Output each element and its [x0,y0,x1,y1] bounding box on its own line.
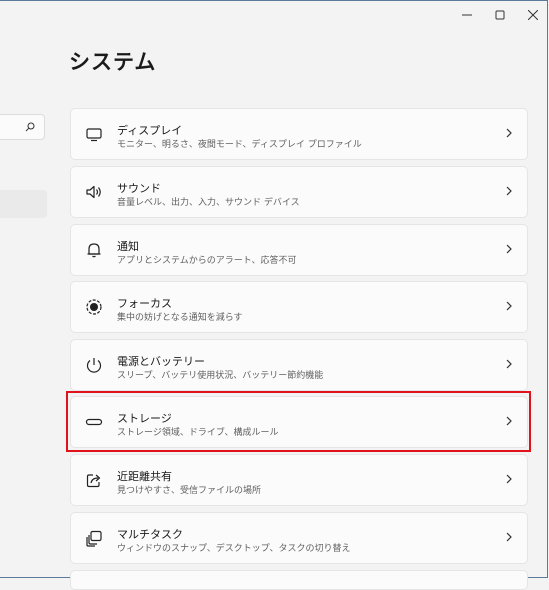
settings-item-subtitle: 見つけやすさ、受信ファイルの場所 [117,486,262,496]
settings-item-focus[interactable]: フォーカス 集中の妨げとなる通知を減らす [70,281,528,333]
settings-item-title: サウンド [117,182,161,195]
settings-item-subtitle: 集中の妨げとなる通知を減らす [117,313,243,323]
monitor-icon [86,128,102,142]
chevron-right-icon [506,186,512,196]
chevron-right-icon [506,416,512,426]
storage-icon [85,418,103,426]
minimize-button[interactable] [450,0,483,30]
search-icon [25,122,35,132]
settings-item-storage[interactable]: ストレージ ストレージ領域、ドライブ、構成ルール [70,396,528,448]
settings-item-subtitle: スリープ、バッテリ使用状況、バッテリー節約機能 [117,371,324,381]
settings-item-subtitle: ウィンドウのスナップ、デスクトップ、タスクの切り替え [117,544,351,554]
chevron-right-icon [506,474,512,484]
settings-item-title: ストレージ [117,412,172,425]
settings-item-nearby-sharing[interactable]: 近距離共有 見つけやすさ、受信ファイルの場所 [70,454,528,506]
page-title: システム [69,50,157,74]
settings-item-title: 近距離共有 [117,470,172,483]
maximize-icon [495,10,504,20]
settings-item-power[interactable]: 電源とバッテリー スリープ、バッテリ使用状況、バッテリー節約機能 [70,339,528,391]
bell-icon [87,243,101,258]
close-icon [527,10,538,20]
multitask-icon [86,530,102,547]
speaker-icon [86,185,101,199]
focus-icon [86,299,102,315]
share-icon [86,474,101,488]
settings-item-title: マルチタスク [117,528,183,541]
settings-item-title: ディスプレイ [117,124,183,137]
settings-item-multitasking[interactable]: マルチタスク ウィンドウのスナップ、デスクトップ、タスクの切り替え [70,512,528,564]
chevron-right-icon [506,532,512,542]
power-icon [86,358,102,373]
search-input[interactable] [0,114,45,140]
settings-item-title: 電源とバッテリー [117,355,205,368]
chevron-right-icon [506,128,512,138]
settings-item-subtitle: 音量レベル、出力、入力、サウンド デバイス [117,198,300,208]
settings-item-sound[interactable]: サウンド 音量レベル、出力、入力、サウンド デバイス [70,166,528,218]
settings-item-notifications[interactable]: 通知 アプリとシステムからのアラート、応答不可 [70,224,528,276]
settings-item-subtitle: モニター、明るさ、夜間モード、ディスプレイ プロファイル [117,140,362,150]
minimize-icon [461,14,472,16]
settings-item-title: 通知 [117,240,139,253]
maximize-button[interactable] [483,0,516,30]
chevron-right-icon [506,359,512,369]
title-bar [450,0,549,30]
settings-item-subtitle: ストレージ領域、ドライブ、構成ルール [117,428,279,438]
settings-item-next[interactable] [70,570,528,590]
settings-item-display[interactable]: ディスプレイ モニター、明るさ、夜間モード、ディスプレイ プロファイル [70,108,528,160]
settings-item-subtitle: アプリとシステムからのアラート、応答不可 [117,256,297,266]
close-button[interactable] [516,0,549,30]
chevron-right-icon [506,301,512,311]
sidebar-item-system[interactable] [0,190,47,218]
settings-item-title: フォーカス [117,297,172,310]
chevron-right-icon [506,244,512,254]
